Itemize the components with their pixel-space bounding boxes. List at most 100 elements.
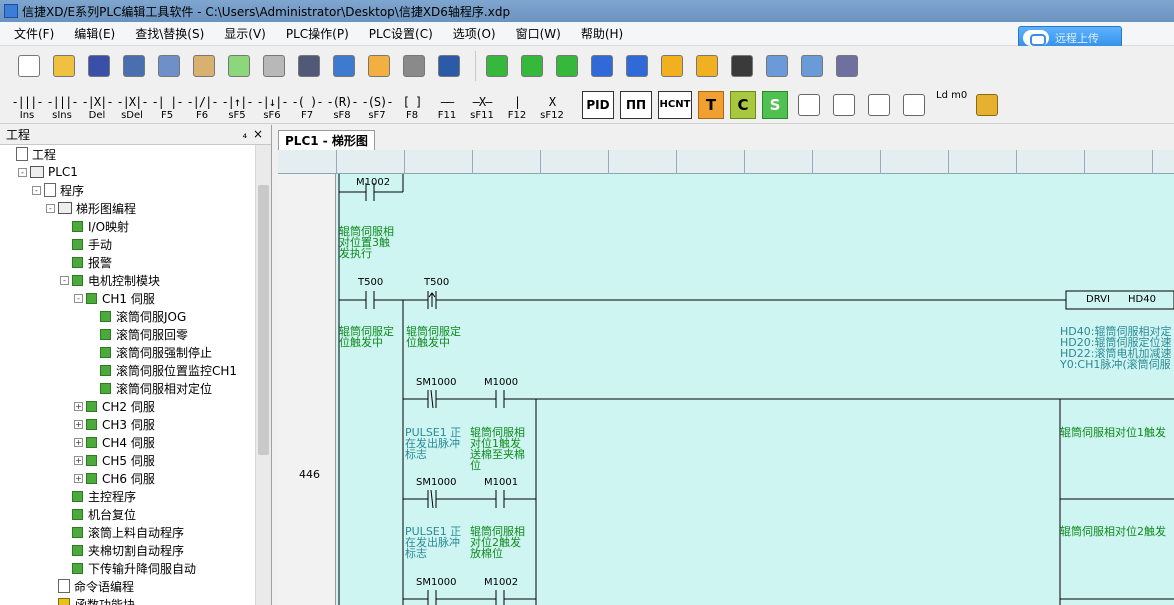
find-button[interactable] [294,51,324,81]
open-button[interactable] [49,51,79,81]
ladder-tool-sf5[interactable]: -|↑|- sF5 [220,88,254,122]
tree-item[interactable]: I/O映射 [60,217,129,235]
monitor-button[interactable] [329,51,359,81]
ladder-tool-f8[interactable]: [ ] F8 [395,88,429,122]
cut-button[interactable] [119,51,149,81]
expand-icon[interactable]: + [74,473,83,483]
refresh-button[interactable] [972,90,1002,120]
copy-button[interactable] [154,51,184,81]
online-button[interactable] [552,51,582,81]
menu-help[interactable]: 帮助(H) [571,25,633,42]
tree-item[interactable]: 滚筒上料自动程序 [60,523,184,541]
redo-button[interactable] [259,51,289,81]
new-button[interactable] [14,51,44,81]
hcnt-button[interactable]: HCNT [658,90,692,119]
expand-icon[interactable]: + [74,455,83,465]
ladder-tool-f5[interactable]: -| |- F5 [150,88,184,122]
ladder-view-button[interactable] [899,90,929,120]
menu-find[interactable]: 查找\替换(S) [125,25,214,42]
close-icon[interactable]: × [253,127,263,141]
expand-icon[interactable]: + [74,419,83,429]
scrollbar-thumb[interactable] [258,185,269,455]
download-button[interactable] [482,51,512,81]
expand-icon[interactable]: + [74,437,83,447]
pid-button[interactable]: PID [582,90,614,119]
counter-button[interactable]: C [730,90,756,119]
collapse-icon[interactable]: - [32,185,41,195]
tree-item[interactable]: + CH6 伺服 [74,469,155,487]
zoom-find-button[interactable] [762,51,792,81]
ladder-canvas[interactable]: M1002 辊筒伺服相 对位置3触 发执行 T500 T500 辊筒伺服定 位触… [336,174,1174,605]
tree-item[interactable]: 函数功能块 [46,595,135,605]
tree-item[interactable]: - 电机控制模块 [60,271,160,289]
tree-item[interactable]: 命令语编程 [46,577,134,595]
ld-m0-indicator[interactable]: Ld m0 [936,90,972,120]
tree-item[interactable]: 夹棉切割自动程序 [60,541,184,559]
tree-item[interactable]: + CH3 伺服 [74,415,155,433]
tree-item[interactable]: 手动 [60,235,112,253]
tree-item[interactable]: 下传输升降伺服自动 [60,559,196,577]
zoom-out-button[interactable] [864,90,894,120]
tree-item[interactable]: 报警 [60,253,112,271]
ladder-tool-del[interactable]: -|X|- Del [80,88,114,122]
menu-plc-settings[interactable]: PLC设置(C) [359,25,443,42]
lock-button[interactable] [657,51,687,81]
tree-item[interactable]: - 梯形图编程 [46,199,136,217]
tree-item[interactable]: 主控程序 [60,487,136,505]
tree-item[interactable]: + CH5 伺服 [74,451,155,469]
tree-item[interactable]: - CH1 伺服 [74,289,155,307]
upload-button[interactable] [517,51,547,81]
menu-options[interactable]: 选项(O) [443,25,506,42]
tree-item[interactable]: 滚筒伺服强制停止 [88,343,212,361]
ladder-tool-ins[interactable]: -|||- Ins [10,88,44,122]
tree-item[interactable]: 滚筒伺服相对定位 [88,379,212,397]
tree-item[interactable]: + CH2 伺服 [74,397,155,415]
run-button[interactable] [587,51,617,81]
timer-button[interactable]: T [698,90,724,119]
ladder-tool-sf12[interactable]: XsF12 [535,88,569,122]
menu-file[interactable]: 文件(F) [4,25,64,42]
unlock-button[interactable] [692,51,722,81]
save-button[interactable] [84,51,114,81]
tree-item[interactable]: + CH4 伺服 [74,433,155,451]
collapse-icon[interactable]: - [74,293,83,303]
menu-plc-ops[interactable]: PLC操作(P) [276,25,359,42]
ladder-tool-f12[interactable]: | F12 [500,88,534,122]
collapse-icon[interactable]: - [18,167,27,177]
tree-scrollbar[interactable] [255,145,271,605]
tree-item[interactable]: 工程 [4,145,56,163]
ladder-tool-sf7[interactable]: -(S)- sF7 [360,88,394,122]
menu-edit[interactable]: 编辑(E) [64,25,125,42]
tree-item[interactable]: 滚筒伺服回零 [88,325,188,343]
tree-item[interactable]: - PLC1 [18,163,78,181]
ladder-tool-sf8[interactable]: -(R)- sF8 [325,88,359,122]
tree-item[interactable]: 滚筒伺服位置监控CH1 [88,361,237,379]
tree-item[interactable]: 机台复位 [60,505,136,523]
ladder-tool-f6[interactable]: -|/|- F6 [185,88,219,122]
step-button[interactable]: S [762,90,788,119]
stop-button[interactable] [622,51,652,81]
tree-item[interactable]: 滚筒伺服JOG [88,307,186,325]
undo-button[interactable] [224,51,254,81]
document-button[interactable] [364,51,394,81]
comm-button[interactable] [832,51,862,81]
paste-button[interactable] [189,51,219,81]
ladder-tool-sf11[interactable]: —X— sF11 [465,88,499,122]
ladder-tool-sf6[interactable]: -|↓|- sF6 [255,88,289,122]
device-button[interactable] [727,51,757,81]
menu-view[interactable]: 显示(V) [214,25,276,42]
collapse-icon[interactable]: - [60,275,69,285]
ladder-tool-f11[interactable]: —— F11 [430,88,464,122]
zoom-page-button[interactable] [797,51,827,81]
layout-button[interactable] [794,90,824,120]
ladder-tool-f7[interactable]: -( )- F7 [290,88,324,122]
ladder-tool-sdel[interactable]: -|X|- sDel [115,88,149,122]
menu-window[interactable]: 窗口(W) [506,25,571,42]
print-button[interactable] [399,51,429,81]
collapse-icon[interactable]: - [46,203,55,213]
zoom-in-button[interactable] [829,90,859,120]
pulse-button[interactable]: ПП [620,90,652,119]
help-button[interactable] [434,51,464,81]
tab-ladder[interactable]: PLC1 - 梯形图 [278,130,375,150]
ladder-tool-sins[interactable]: -|||- sIns [45,88,79,122]
